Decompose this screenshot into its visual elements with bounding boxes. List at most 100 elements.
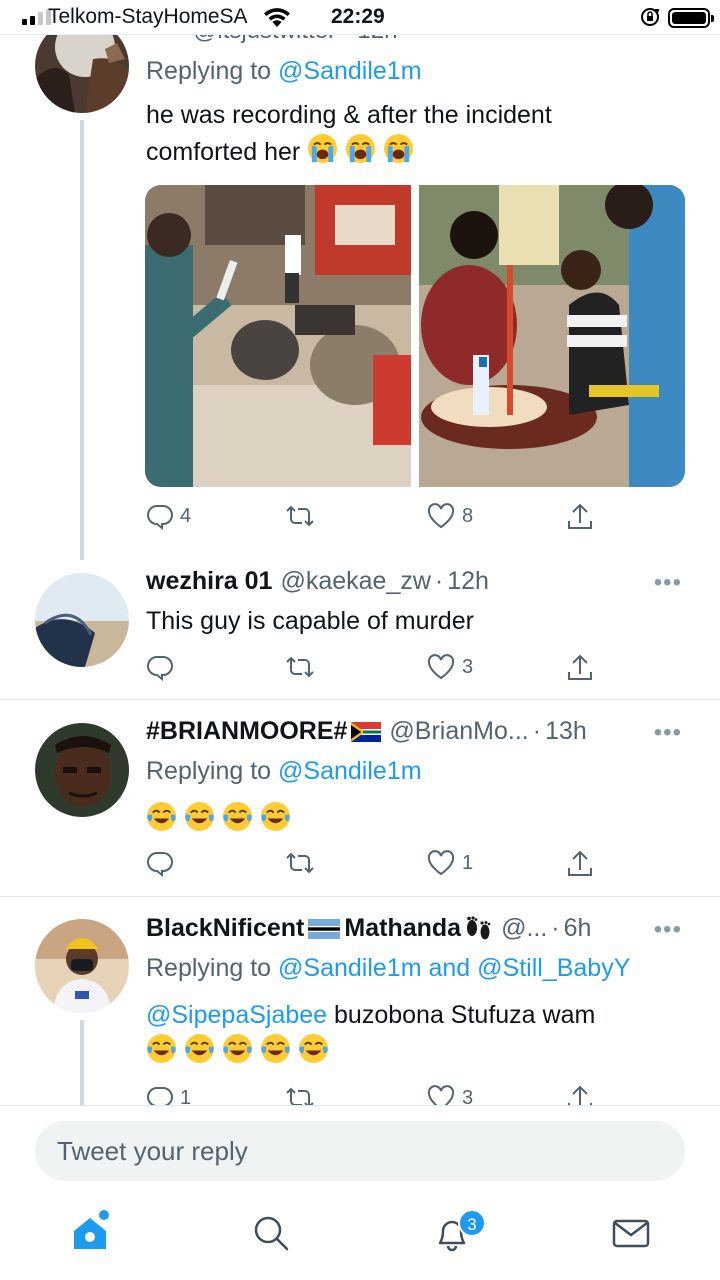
media-image-right[interactable] xyxy=(419,185,685,487)
retweet-icon xyxy=(286,852,314,874)
mention-link[interactable]: @SipepaSjabee xyxy=(146,1001,327,1029)
messages-icon[interactable] xyxy=(609,1211,653,1255)
retweet-button[interactable] xyxy=(284,502,322,530)
retweet-button[interactable] xyxy=(284,1084,322,1105)
botswana-flag-icon xyxy=(308,918,341,939)
replying-to-link[interactable]: @Sandile1m xyxy=(278,57,422,85)
reply-composer-bar xyxy=(0,1105,720,1197)
replying-to: Replying to @Sandile1m xyxy=(146,757,422,785)
share-icon xyxy=(568,1085,592,1105)
tweet-handle[interactable]: @kaekae_zw xyxy=(280,567,430,596)
replying-to-link[interactable]: @Sandile1m and @Still_BabyY xyxy=(278,954,630,982)
tweet-header: #BRIANMOORE# @BrianMo... · 13h xyxy=(146,717,587,746)
reply-button[interactable] xyxy=(146,849,180,877)
share-icon xyxy=(568,654,592,680)
tweet-text: he was recording & after the incident co… xyxy=(146,101,552,166)
like-icon xyxy=(427,654,455,680)
replying-to-link[interactable]: @Sandile1m xyxy=(278,757,422,785)
reply-timeline[interactable]: @itsjustwitter · 12h Replying to @Sandil… xyxy=(0,35,720,1105)
face-with-tears-of-joy-emoji xyxy=(146,1033,177,1064)
like-icon xyxy=(427,503,455,529)
face-with-tears-of-joy-emoji xyxy=(222,1033,253,1064)
more-icon[interactable]: ••• xyxy=(654,719,682,747)
reply-icon xyxy=(147,656,173,681)
reply-icon xyxy=(147,852,173,877)
avatar[interactable] xyxy=(35,919,129,1013)
tweet-handle[interactable]: @... xyxy=(501,914,547,943)
notifications-badge: 3 xyxy=(458,1209,486,1237)
share-button[interactable] xyxy=(566,502,594,532)
share-button[interactable] xyxy=(566,849,594,879)
loudly-crying-face-emoji xyxy=(346,133,376,164)
tweet-text xyxy=(146,801,298,838)
tweet-handle: @itsjustwitter · 12h xyxy=(193,35,397,45)
tweet-text: This guy is capable of murder xyxy=(146,607,474,635)
loudly-crying-face-emoji xyxy=(384,133,414,164)
share-icon xyxy=(568,503,592,529)
display-name-2[interactable]: Mathanda xyxy=(344,914,461,943)
thread-line xyxy=(80,120,84,560)
battery-icon xyxy=(668,8,714,28)
share-button[interactable] xyxy=(566,653,594,683)
south-africa-flag-icon xyxy=(351,721,382,742)
retweet-icon xyxy=(286,656,314,678)
tweet-time: 12h xyxy=(447,567,489,595)
tweet-handle[interactable]: @BrianMo... xyxy=(389,717,528,746)
retweet-button[interactable] xyxy=(284,849,322,877)
search-icon[interactable] xyxy=(249,1211,293,1255)
face-with-tears-of-joy-emoji xyxy=(184,1033,215,1064)
status-time: 22:29 xyxy=(331,5,385,28)
tweet-text: @SipepaSjabee buzobona Stufuza wam xyxy=(146,997,666,1070)
reply-button[interactable]: 4 xyxy=(146,502,191,530)
thread-line xyxy=(80,1020,84,1105)
display-name[interactable]: wezhira 01 xyxy=(146,567,272,596)
face-with-tears-of-joy-emoji xyxy=(184,801,215,832)
tweet-header: wezhira 01 @kaekae_zw · 12h xyxy=(146,567,489,596)
display-name[interactable]: #BRIANMOORE# xyxy=(146,717,347,746)
media-image-left[interactable] xyxy=(145,185,411,487)
like-icon xyxy=(427,1085,455,1105)
wifi-icon xyxy=(264,8,290,27)
replying-to: Replying to @Sandile1m xyxy=(146,57,422,85)
footprints-icon xyxy=(467,915,491,939)
reply-icon xyxy=(147,1087,173,1105)
reply-button[interactable]: 1 xyxy=(146,1084,191,1105)
like-button[interactable]: 3 xyxy=(426,653,473,681)
retweet-button[interactable] xyxy=(284,653,322,681)
retweet-icon xyxy=(286,505,314,527)
avatar[interactable] xyxy=(35,35,129,113)
display-name[interactable]: BlackNificent xyxy=(146,914,304,943)
status-bar: Telkom-StayHomeSA 22:29 xyxy=(0,0,720,34)
loudly-crying-face-emoji xyxy=(308,133,338,164)
face-with-tears-of-joy-emoji xyxy=(260,1033,291,1064)
replying-to: Replying to @Sandile1m and @Still_BabyY xyxy=(146,954,631,982)
tweet-actions: 4 8 xyxy=(146,502,596,534)
avatar[interactable] xyxy=(35,723,129,817)
face-with-tears-of-joy-emoji xyxy=(260,801,291,832)
like-button[interactable]: 1 xyxy=(426,849,473,877)
avatar[interactable] xyxy=(35,573,129,667)
tweet-actions: 1 xyxy=(146,849,596,881)
face-with-tears-of-joy-emoji xyxy=(298,1033,329,1064)
like-button[interactable]: 8 xyxy=(426,502,473,530)
tweet-header: BlackNificent Mathanda @... · 6h xyxy=(146,914,592,943)
like-icon xyxy=(427,850,455,876)
more-icon[interactable]: ••• xyxy=(654,916,682,944)
reply-button[interactable] xyxy=(146,653,180,681)
rotation-lock-icon xyxy=(641,8,660,26)
tab-bar xyxy=(0,1197,720,1280)
face-with-tears-of-joy-emoji xyxy=(222,801,253,832)
reply-input[interactable] xyxy=(35,1121,685,1181)
like-button[interactable]: 3 xyxy=(426,1084,473,1105)
tweet-time: 13h xyxy=(545,717,587,745)
retweet-icon xyxy=(286,1087,314,1105)
face-with-tears-of-joy-emoji xyxy=(146,801,177,832)
reply-icon xyxy=(147,505,173,530)
tweet-time: 6h xyxy=(563,914,592,942)
home-new-indicator xyxy=(99,1210,109,1220)
more-icon[interactable]: ••• xyxy=(654,569,682,597)
tweet-actions: 3 xyxy=(146,653,596,685)
divider xyxy=(0,699,720,700)
tweet-media[interactable] xyxy=(145,185,685,487)
share-button[interactable] xyxy=(566,1084,594,1105)
